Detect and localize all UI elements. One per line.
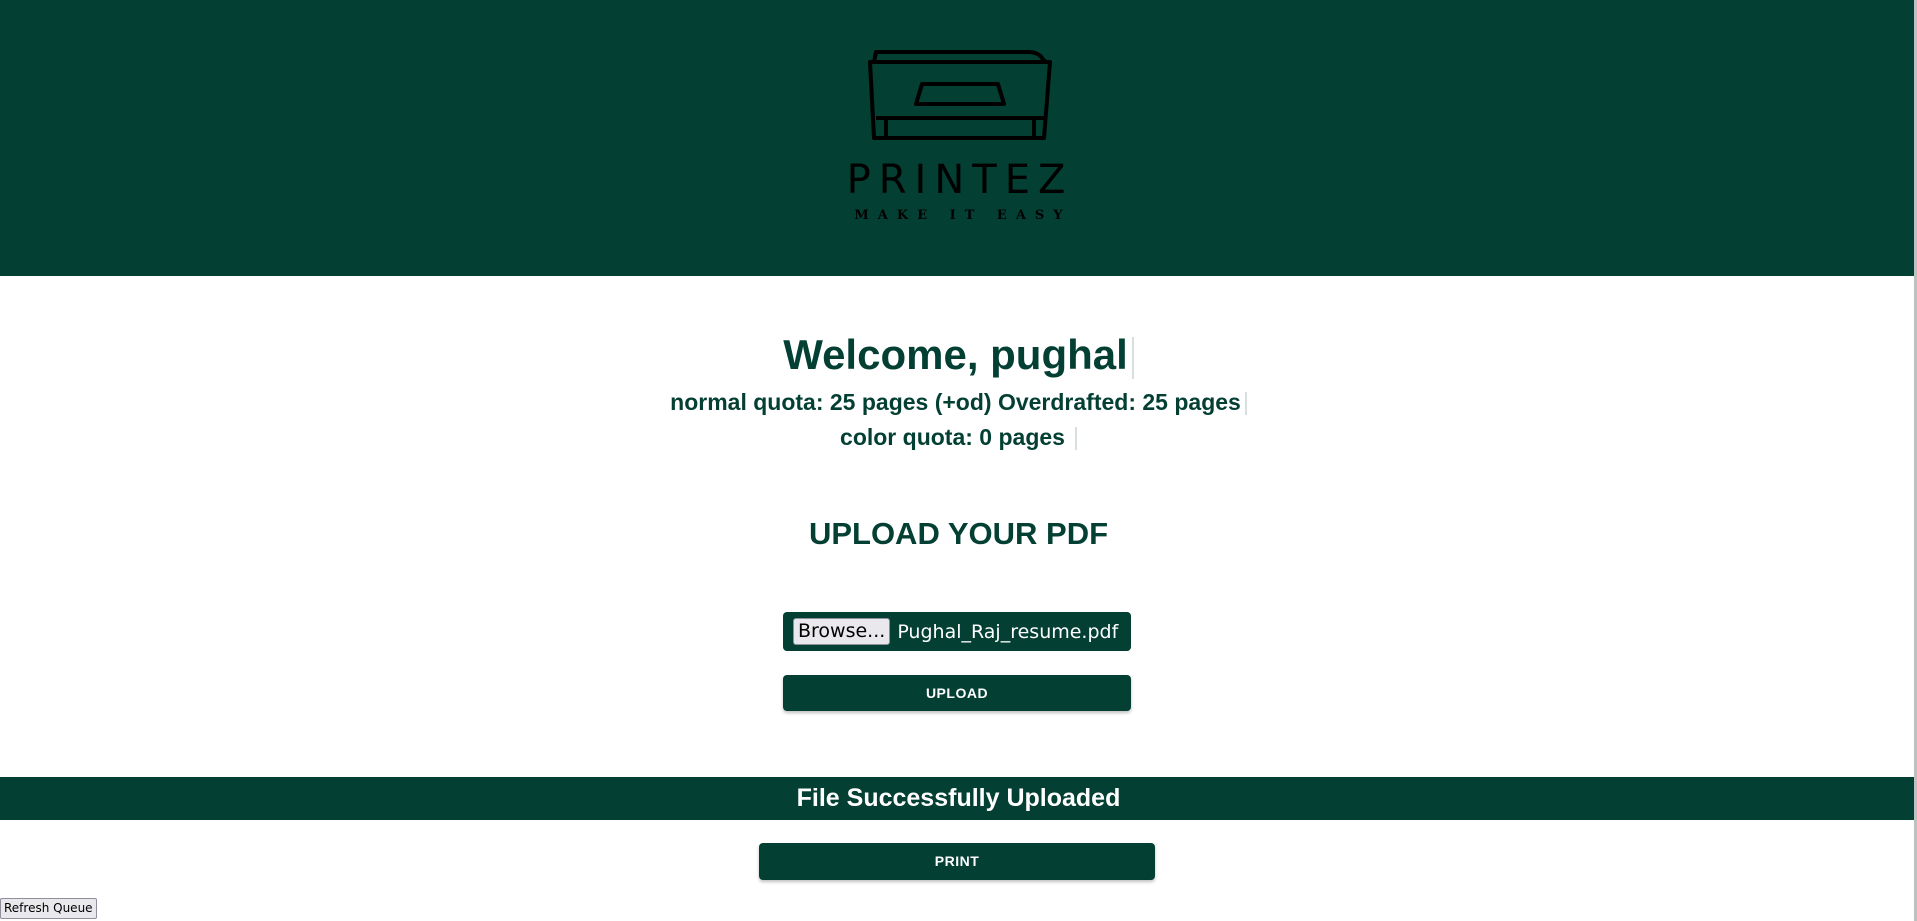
printer-icon bbox=[868, 50, 1052, 140]
printez-logo: PRINTEZ MAKE IT EASY bbox=[838, 46, 1082, 226]
color-quota-text: color quota: 0 pages bbox=[840, 424, 1065, 450]
text-cursor bbox=[1131, 336, 1134, 379]
browse-button[interactable]: Browse... bbox=[793, 618, 891, 645]
brand-tagline: MAKE IT EASY bbox=[854, 208, 1072, 223]
welcome-heading: Welcome, pughal bbox=[0, 330, 1917, 380]
upload-button[interactable]: UPLOAD bbox=[783, 675, 1131, 711]
print-button[interactable]: PRINT bbox=[759, 843, 1155, 880]
brand-name: PRINTEZ bbox=[846, 157, 1074, 203]
selected-file-name: Pughal_Raj_resume.pdf bbox=[897, 620, 1119, 643]
upload-title: UPLOAD YOUR PDF bbox=[808, 516, 1109, 551]
header-banner: PRINTEZ MAKE IT EASY bbox=[0, 0, 1917, 276]
text-cursor bbox=[1074, 427, 1077, 451]
upload-status-banner: File Successfully Uploaded bbox=[0, 777, 1917, 820]
normal-quota-text: normal quota: 25 pages (+od) Overdrafted… bbox=[670, 389, 1241, 415]
welcome-text: Welcome, pughal bbox=[783, 331, 1128, 378]
refresh-queue-button[interactable]: Refresh Queue bbox=[0, 898, 97, 919]
text-cursor bbox=[1244, 392, 1247, 416]
color-quota: color quota: 0 pages bbox=[0, 422, 1917, 452]
pdf-file-input[interactable]: Browse... Pughal_Raj_resume.pdf bbox=[783, 612, 1131, 651]
normal-quota: normal quota: 25 pages (+od) Overdrafted… bbox=[0, 387, 1917, 417]
